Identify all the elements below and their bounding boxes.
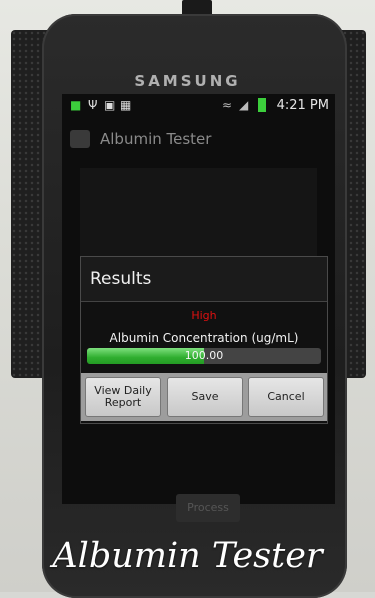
phone-brand: SAMSUNG [134, 72, 241, 90]
process-button[interactable]: Process [176, 494, 240, 522]
android-icon: ■ [70, 98, 82, 112]
dialog-title: Results [90, 269, 152, 289]
app-title: Albumin Tester [100, 130, 212, 148]
battery-icon [258, 98, 266, 112]
status-bar: ■ Ψ ▣ ▦ ≈ ◢ 4:21 PM [62, 94, 335, 116]
cancel-button[interactable]: Cancel [248, 377, 324, 417]
image-icon: ▦ [120, 98, 132, 112]
dialog-header: Results [81, 257, 327, 302]
save-button[interactable]: Save [167, 377, 243, 417]
image-caption: Albumin Tester [52, 536, 323, 576]
usb-icon: Ψ [88, 98, 98, 112]
concentration-progress-bar: 100.00 [87, 348, 321, 364]
view-daily-report-button[interactable]: View Daily Report [85, 377, 161, 417]
results-dialog: Results High Albumin Concentration (ug/m… [80, 256, 328, 424]
app-icon [70, 130, 90, 148]
concentration-label: Albumin Concentration (ug/mL) [109, 331, 299, 345]
sd-card-icon: ▣ [104, 98, 116, 112]
wifi-icon: ≈ [222, 98, 233, 112]
status-time: 4:21 PM [276, 98, 329, 113]
dialog-button-bar: View Daily Report Save Cancel [81, 373, 327, 421]
result-level: High [191, 309, 217, 322]
app-title-bar: Albumin Tester [62, 126, 335, 154]
camera-preview-area [80, 168, 317, 266]
concentration-value: 100.00 [184, 349, 224, 362]
signal-icon: ◢ [239, 98, 249, 112]
